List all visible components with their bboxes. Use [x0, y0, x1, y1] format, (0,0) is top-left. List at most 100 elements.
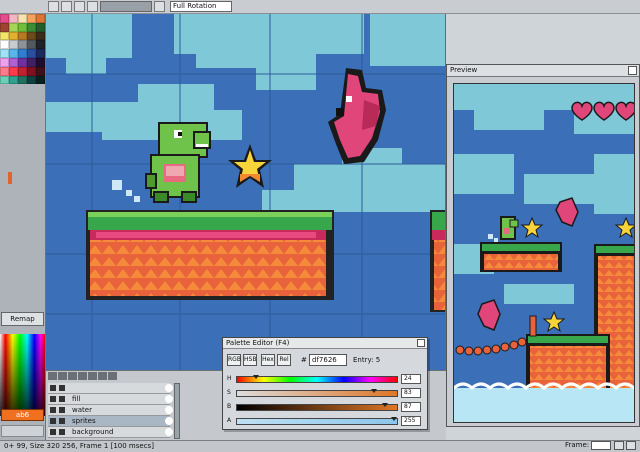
palette-swatch[interactable] — [27, 14, 36, 23]
slider-thumb[interactable] — [382, 403, 389, 407]
palette-swatch[interactable] — [9, 75, 18, 85]
grid-toggle-icon[interactable] — [61, 1, 72, 12]
layer-row[interactable]: fill — [48, 394, 173, 405]
move-up-icon[interactable] — [78, 372, 87, 380]
hex-color-field[interactable]: ab6 — [1, 409, 44, 421]
palette-swatch[interactable] — [0, 14, 9, 23]
palette-swatch[interactable] — [0, 40, 9, 50]
palette-swatch[interactable] — [27, 57, 36, 67]
palette-swatch[interactable] — [27, 75, 36, 85]
palette-swatch[interactable] — [27, 31, 36, 41]
visibility-icon[interactable] — [50, 385, 56, 391]
palette-swatch[interactable] — [18, 22, 27, 32]
canvas-stage[interactable] — [46, 14, 446, 370]
slider-thumb[interactable] — [391, 417, 398, 421]
layer-toggle[interactable] — [165, 395, 173, 403]
zoom-icon[interactable] — [87, 1, 98, 12]
layer-row[interactable]: water — [48, 405, 173, 416]
palette-swatch[interactable] — [0, 66, 9, 76]
hue-slider[interactable] — [236, 375, 398, 383]
layer-row[interactable]: sprites — [48, 416, 173, 427]
palette-swatch[interactable] — [0, 49, 9, 58]
palette-swatch[interactable] — [36, 31, 45, 41]
palette-swatch[interactable] — [0, 75, 9, 85]
palette-swatch[interactable] — [18, 14, 27, 23]
alpha-slider[interactable] — [236, 417, 398, 425]
close-icon[interactable] — [417, 339, 425, 347]
color-slider[interactable] — [1, 425, 44, 437]
lock-icon[interactable] — [59, 418, 65, 424]
visibility-icon[interactable] — [50, 407, 56, 413]
slider-thumb[interactable] — [252, 375, 259, 379]
slider-value[interactable]: 24 — [401, 374, 421, 384]
palette-swatch[interactable] — [0, 22, 9, 32]
palette-swatch[interactable] — [36, 14, 45, 23]
palette-swatch[interactable] — [18, 31, 27, 41]
lock-icon[interactable] — [59, 385, 65, 391]
mode-rgb-button[interactable]: RGB — [227, 354, 241, 366]
toggle-icon[interactable] — [154, 1, 165, 12]
palette-swatch[interactable] — [9, 49, 18, 58]
layer-toggle[interactable] — [165, 384, 173, 392]
palette-swatch[interactable] — [27, 40, 36, 50]
lock-icon[interactable] — [59, 429, 65, 435]
palette-grid[interactable] — [0, 14, 45, 190]
layer-options-icon[interactable] — [108, 372, 117, 380]
visibility-icon[interactable] — [50, 429, 56, 435]
add-layer-icon[interactable] — [48, 372, 57, 380]
palette-swatch[interactable] — [36, 40, 45, 50]
visibility-icon[interactable] — [50, 396, 56, 402]
palette-swatch[interactable] — [36, 75, 45, 85]
close-icon[interactable] — [628, 66, 637, 75]
palette-editor-title-bar[interactable]: Palette Editor (F4) — [223, 338, 427, 349]
palette-swatch[interactable] — [18, 75, 27, 85]
frame-prev-icon[interactable] — [614, 441, 624, 450]
palette-swatch[interactable] — [27, 66, 36, 76]
palette-swatch[interactable] — [9, 66, 18, 76]
palette-swatch[interactable] — [9, 57, 18, 67]
move-down-icon[interactable] — [88, 372, 97, 380]
palette-swatch[interactable] — [9, 31, 18, 41]
palette-swatch[interactable] — [18, 40, 27, 50]
hex-input[interactable]: df7626 — [309, 354, 347, 366]
palette-swatch[interactable] — [36, 49, 45, 58]
saturation-slider[interactable] — [236, 389, 398, 397]
palette-swatch[interactable] — [36, 57, 45, 67]
lock-icon[interactable] — [59, 407, 65, 413]
merge-layer-icon[interactable] — [98, 372, 107, 380]
mode-hsb-button[interactable]: HSB — [243, 354, 257, 366]
layer-toggle[interactable] — [165, 406, 173, 414]
layout-icon[interactable] — [74, 1, 85, 12]
zoom-field[interactable] — [100, 1, 152, 12]
palette-swatch[interactable] — [36, 66, 45, 76]
layer-row[interactable]: background — [48, 427, 173, 438]
remap-button[interactable]: Remap — [1, 312, 44, 326]
palette-swatch[interactable] — [9, 40, 18, 50]
layer-toggle[interactable] — [165, 417, 173, 425]
palette-swatch[interactable] — [9, 22, 18, 32]
palette-swatch[interactable] — [18, 49, 27, 58]
new-file-icon[interactable] — [48, 1, 59, 12]
mode-hex-button[interactable]: Hex — [261, 354, 275, 366]
palette-swatch[interactable] — [36, 22, 45, 32]
color-picker[interactable] — [0, 334, 45, 416]
layer-toggle[interactable] — [165, 428, 173, 436]
palette-swatch[interactable] — [27, 22, 36, 32]
preview-title-bar[interactable]: Preview — [447, 65, 639, 77]
view-mode-select[interactable]: Full Rotation — [170, 1, 232, 12]
brightness-slider[interactable] — [236, 403, 398, 411]
duplicate-layer-icon[interactable] — [58, 372, 67, 380]
palette-swatch[interactable] — [27, 49, 36, 58]
palette-swatch[interactable] — [18, 66, 27, 76]
frame-input[interactable] — [591, 441, 611, 450]
palette-swatch[interactable] — [0, 57, 9, 67]
palette-swatch[interactable] — [9, 14, 18, 23]
slider-thumb[interactable] — [371, 389, 378, 393]
palette-swatch[interactable] — [0, 31, 9, 41]
palette-swatch[interactable] — [18, 57, 27, 67]
frame-next-icon[interactable] — [626, 441, 636, 450]
mode-rel-button[interactable]: Rel — [277, 354, 291, 366]
layer-scrollbar[interactable] — [174, 383, 180, 439]
slider-value[interactable]: 255 — [401, 416, 421, 426]
slider-value[interactable]: 83 — [401, 388, 421, 398]
